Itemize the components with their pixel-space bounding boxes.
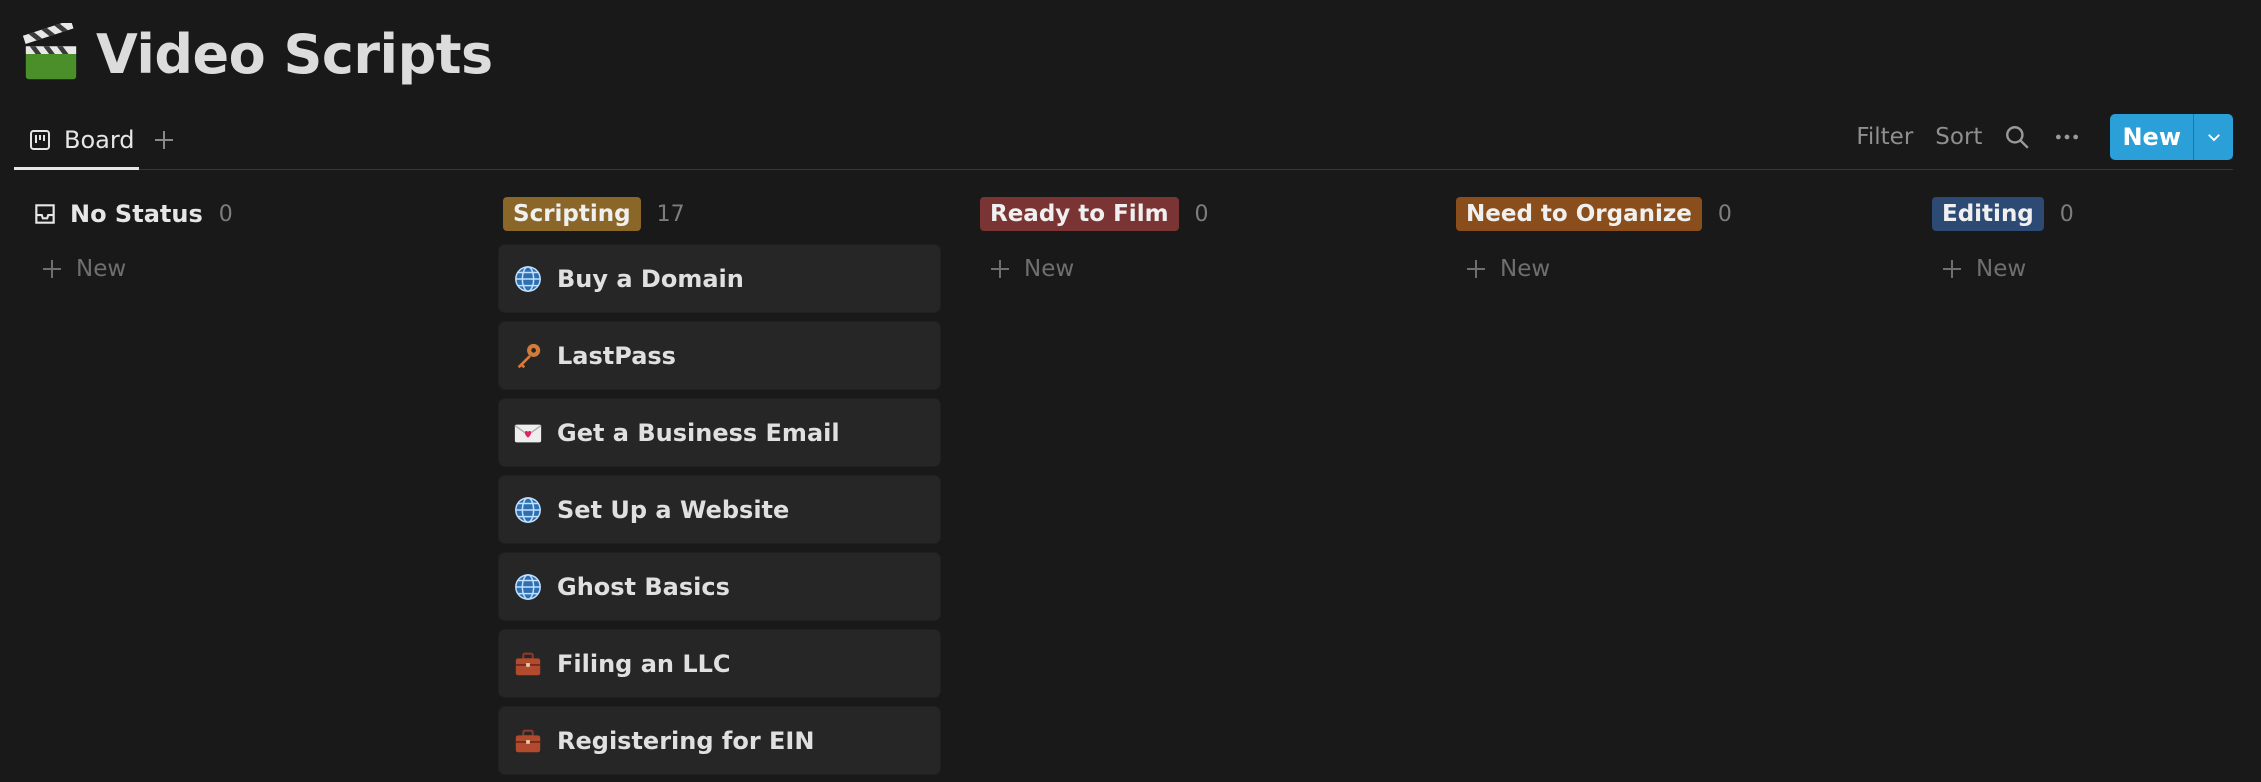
card-title: Buy a Domain [557, 264, 744, 293]
board-card[interactable]: Registering for EIN [499, 707, 940, 774]
clapperboard-icon[interactable] [20, 23, 82, 85]
plus-icon [43, 260, 61, 278]
filter-button[interactable]: Filter [1856, 124, 1913, 150]
card-title: Ghost Basics [557, 572, 730, 601]
view-tabs-bar: Board Filter Sort New [14, 112, 2233, 170]
new-button[interactable]: New [2110, 114, 2193, 160]
board-column-scripting: Scripting 17 Buy a Domain LastPass Get a… [499, 188, 940, 774]
column-header: Need to Organize 0 [1452, 188, 1892, 240]
status-pill[interactable]: Need to Organize [1456, 197, 1702, 231]
new-dropdown-button[interactable] [2193, 114, 2233, 160]
column-add-new-button[interactable]: New [28, 244, 468, 294]
page-title[interactable]: Video Scripts [96, 23, 493, 86]
add-view-button[interactable] [147, 123, 181, 157]
card-title: Get a Business Email [557, 418, 840, 447]
board-card[interactable]: Ghost Basics [499, 553, 940, 620]
column-add-new-button[interactable]: New [976, 244, 1416, 294]
column-header: Scripting 17 [499, 188, 940, 240]
column-title: No Status [70, 200, 203, 228]
briefcase-icon [513, 649, 543, 679]
add-new-label: New [1976, 256, 2027, 282]
page-header: Video Scripts [20, 18, 493, 90]
tab-board[interactable]: Board [14, 112, 139, 170]
globe-icon [513, 264, 543, 294]
column-header: Ready to Film 0 [976, 188, 1416, 240]
plus-icon [991, 260, 1009, 278]
board-view-icon [30, 129, 50, 150]
board-card[interactable]: LastPass [499, 322, 940, 389]
card-title: Set Up a Website [557, 495, 790, 524]
column-count: 0 [1717, 201, 1732, 227]
card-title: Filing an LLC [557, 649, 731, 678]
tab-board-label: Board [64, 125, 135, 154]
column-label[interactable]: No Status [32, 200, 203, 228]
status-pill[interactable]: Editing [1932, 197, 2044, 231]
column-count: 0 [1194, 201, 1209, 227]
column-count: 17 [656, 201, 685, 227]
column-add-new-button[interactable]: New [1928, 244, 2248, 294]
love-letter-icon [513, 418, 543, 448]
plus-icon [1943, 260, 1961, 278]
status-pill[interactable]: Ready to Film [980, 197, 1179, 231]
board-card[interactable]: Set Up a Website [499, 476, 940, 543]
board-column-need-to-organize: Need to Organize 0 New [1452, 188, 1892, 294]
sort-button[interactable]: Sort [1935, 124, 1982, 150]
globe-icon [513, 572, 543, 602]
toolbar: Filter Sort New [1856, 114, 2233, 160]
add-new-label: New [76, 256, 127, 282]
more-options-button[interactable] [2052, 122, 2082, 152]
status-pill[interactable]: Scripting [503, 197, 641, 231]
card-title: LastPass [557, 341, 676, 370]
briefcase-icon [513, 726, 543, 756]
column-count: 0 [218, 201, 233, 227]
board-column-ready-to-film: Ready to Film 0 New [976, 188, 1416, 294]
board-card[interactable]: Buy a Domain [499, 245, 940, 312]
column-add-new-button[interactable]: New [1452, 244, 1892, 294]
new-button-group: New [2110, 114, 2233, 160]
chevron-down-icon [2207, 134, 2220, 142]
board-column-editing: Editing 0 New [1928, 188, 2248, 294]
add-new-label: New [1024, 256, 1075, 282]
plus-icon [1467, 260, 1485, 278]
globe-icon [513, 495, 543, 525]
card-title: Registering for EIN [557, 726, 815, 755]
column-header: Editing 0 [1928, 188, 2248, 240]
search-button[interactable] [2002, 122, 2032, 152]
column-header: No Status 0 [28, 188, 468, 240]
more-horizontal-icon [2056, 134, 2079, 140]
inbox-icon [35, 204, 55, 224]
key-icon [513, 341, 543, 371]
board-card[interactable]: Get a Business Email [499, 399, 940, 466]
card-list: Buy a Domain LastPass Get a Business Ema… [499, 245, 940, 774]
board-column-no-status: No Status 0 New [28, 188, 468, 294]
add-new-label: New [1500, 256, 1551, 282]
column-count: 0 [2059, 201, 2074, 227]
page: Video Scripts Board Filter Sort New No S… [0, 0, 2261, 782]
search-icon [2006, 126, 2030, 149]
plus-icon [155, 131, 173, 149]
board-card[interactable]: Filing an LLC [499, 630, 940, 697]
